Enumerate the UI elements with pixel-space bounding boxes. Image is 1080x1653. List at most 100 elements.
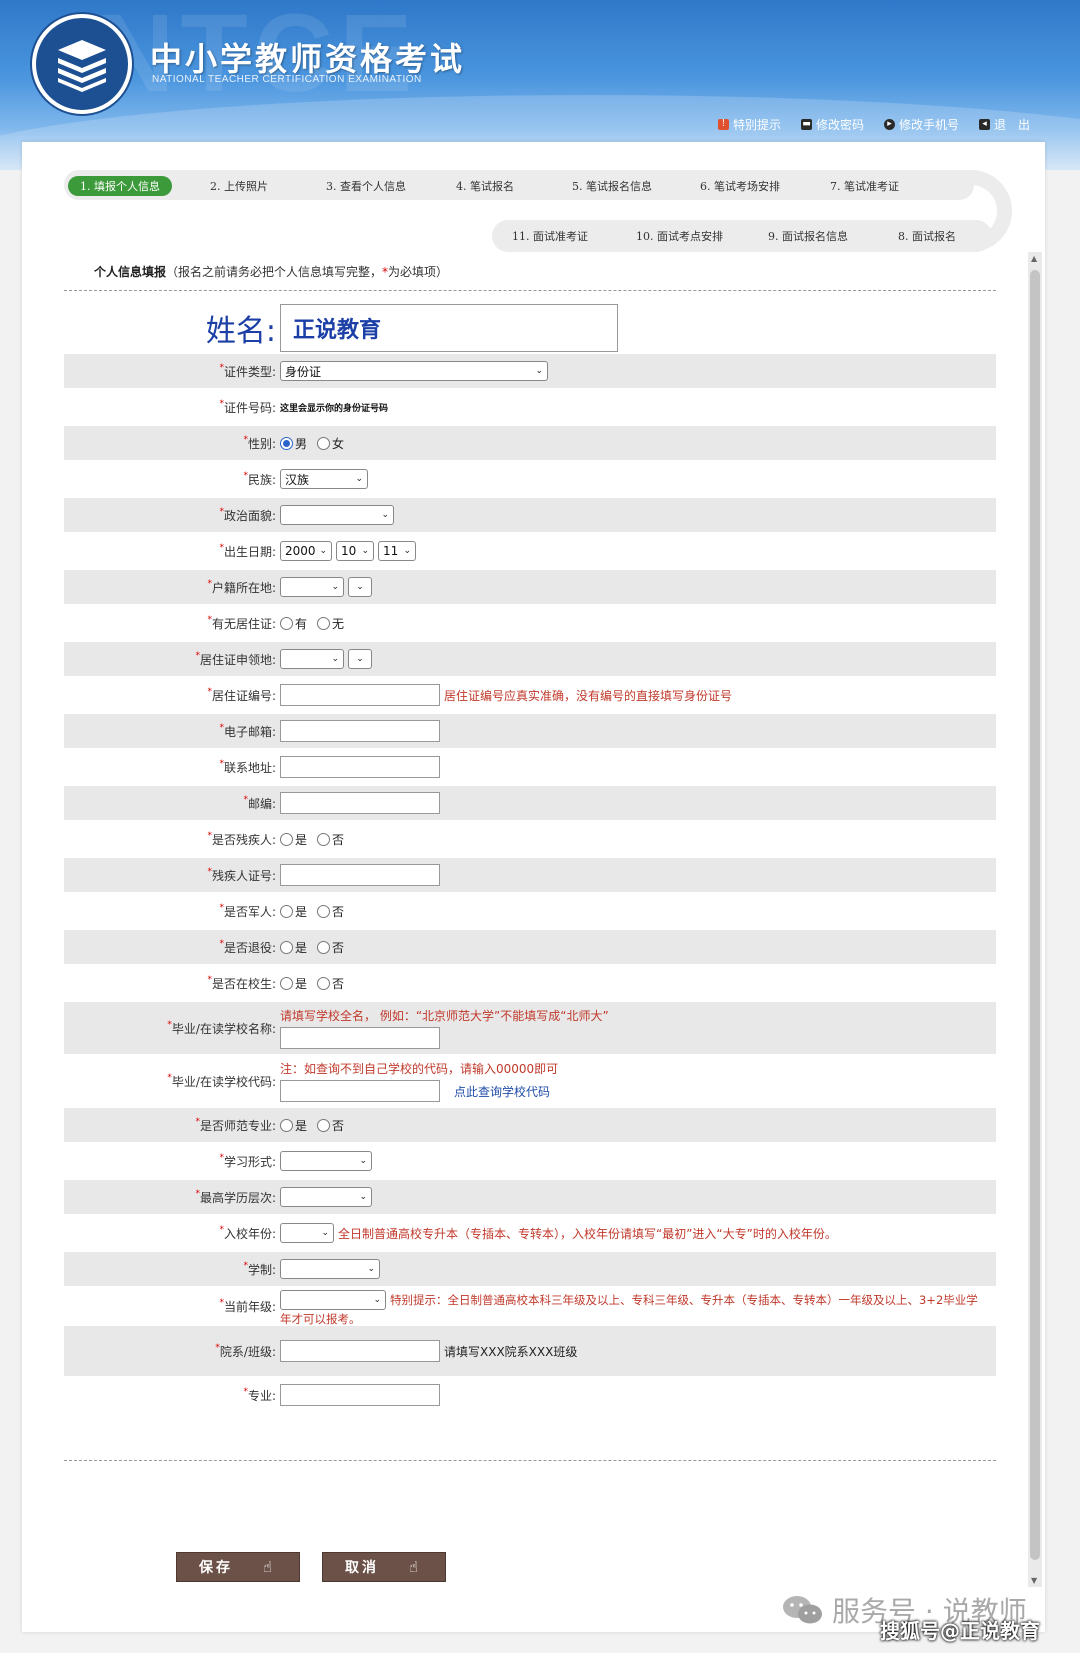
grade-select[interactable]: ⌄ xyxy=(280,1290,386,1310)
permit-province-select[interactable]: ⌄ xyxy=(280,649,344,669)
school-name-row: *毕业/在读学校名称: 请填写学校全名， 例如：“北京师范大学”不能填写成“北师… xyxy=(64,1002,996,1054)
hand-pointer-icon: ☝ xyxy=(263,1558,276,1576)
section-title: 个人信息填报（报名之前请务必把个人信息填写完整，*为必填项） xyxy=(94,265,449,279)
id-number-value: 这里会显示你的身份证号码 xyxy=(280,403,389,414)
step-8[interactable]: 8. 面试报名 xyxy=(898,228,956,244)
email-row: *电子邮箱: xyxy=(64,714,996,748)
scroll-up-icon[interactable]: ▲ xyxy=(1031,254,1037,263)
scroll-thumb[interactable] xyxy=(1030,270,1040,1560)
school-code-row: *毕业/在读学校代码: 注：如查询不到自己学校的代码，请输入00000即可 点此… xyxy=(64,1054,996,1108)
alert-icon: ! xyxy=(717,119,729,130)
gender-female-radio[interactable]: 女 xyxy=(317,435,344,452)
step-9[interactable]: 9. 面试报名信息 xyxy=(768,228,848,244)
step-1[interactable]: 1. 填报个人信息 xyxy=(68,176,172,196)
postcode-input[interactable] xyxy=(280,792,440,814)
step-3[interactable]: 3. 查看个人信息 xyxy=(326,178,406,194)
study-form-row: *学习形式: ⌄ xyxy=(64,1142,996,1180)
name-row: 姓名: 正说教育 xyxy=(64,302,996,354)
residence-permit-row: *有无居住证: 有 无 xyxy=(207,614,345,632)
permit-number-input[interactable] xyxy=(280,684,440,706)
school-code-input[interactable] xyxy=(280,1080,440,1102)
chevron-down-icon: ⌄ xyxy=(361,546,369,556)
disabled-id-input[interactable] xyxy=(280,864,440,886)
study-form-select[interactable]: ⌄ xyxy=(280,1151,372,1171)
chevron-down-icon: ⌄ xyxy=(367,1264,375,1274)
grade-row: *当前年级: ⌄ 特别提示：全日制普通高校本科三年级及以上、专科三年级、专升本（… xyxy=(64,1286,996,1326)
disabled-id-row: *残疾人证号: xyxy=(64,858,996,892)
wechat-icon xyxy=(783,1596,822,1624)
special-notice-link[interactable]: ! 特别提示 xyxy=(717,116,781,133)
education-select[interactable]: ⌄ xyxy=(280,1187,372,1207)
department-row: *院系/班级: 请填写XXX院系XXX班级 xyxy=(64,1326,996,1376)
cancel-button[interactable]: 取消 ☝ xyxy=(322,1552,446,1582)
normal-yes-radio[interactable]: 是 xyxy=(280,1117,307,1134)
school-name-input[interactable] xyxy=(280,1027,440,1049)
gender-male-radio[interactable]: 男 xyxy=(280,435,307,452)
permit-number-hint: 居住证编号应真实准确，没有编号的直接填写身份证号 xyxy=(444,688,733,703)
chevron-down-icon: ⌄ xyxy=(403,546,411,556)
political-row: *政治面貌: ⌄ xyxy=(64,498,996,532)
birth-year-select[interactable]: 2000 ⌄ xyxy=(280,541,332,561)
step-2[interactable]: 2. 上传照片 xyxy=(210,178,268,194)
change-phone-link[interactable]: ▸ 修改手机号 xyxy=(883,116,959,133)
political-select[interactable]: ⌄ xyxy=(280,505,394,525)
normal-major-row: *是否师范专业: 是 否 xyxy=(64,1108,996,1142)
birth-month-select[interactable]: 10 ⌄ xyxy=(336,541,374,561)
schooling-row: *学制: ⌄ xyxy=(64,1252,996,1286)
military-row: *是否军人: 是 否 xyxy=(219,902,345,920)
chevron-down-icon: ⌄ xyxy=(321,1228,329,1238)
hukou-province-select[interactable]: ⌄ xyxy=(280,577,344,597)
department-hint: 请填写XXX院系XXX班级 xyxy=(444,1344,578,1359)
ethnicity-select[interactable]: 汉族 ⌄ xyxy=(280,469,368,489)
step-4[interactable]: 4. 笔试报名 xyxy=(456,178,514,194)
enroll-year-row: *入校年份: ⌄ 全日制普通高校专升本（专插本、专转本），入校年份请填写“最初”进… xyxy=(64,1214,996,1252)
save-button[interactable]: 保存 ☝ xyxy=(176,1552,300,1582)
permit-city-select[interactable]: ⌄ xyxy=(348,649,372,669)
hukou-city-select[interactable]: ⌄ xyxy=(348,577,372,597)
step-11[interactable]: 11. 面试准考证 xyxy=(512,228,588,244)
key-icon: ▬ xyxy=(800,119,812,130)
chevron-down-icon: ⌄ xyxy=(355,474,363,484)
military-no-radio[interactable]: 否 xyxy=(317,903,344,920)
permit-yes-radio[interactable]: 有 xyxy=(280,615,307,632)
school-code-hint: 注：如查询不到自己学校的代码，请输入00000即可 xyxy=(280,1062,559,1076)
email-input[interactable] xyxy=(280,720,440,742)
logout-link[interactable]: ◂ 退 出 xyxy=(978,116,1030,133)
chevron-down-icon: ⌄ xyxy=(319,546,327,556)
disabled-no-radio[interactable]: 否 xyxy=(317,831,344,848)
retired-yes-radio[interactable]: 是 xyxy=(280,939,307,956)
divider-top xyxy=(64,290,996,291)
step-7[interactable]: 7. 笔试准考证 xyxy=(830,178,899,194)
step-6[interactable]: 6. 笔试考场安排 xyxy=(700,178,780,194)
normal-no-radio[interactable]: 否 xyxy=(317,1117,344,1134)
school-name-hint: 请填写学校全名， 例如：“北京师范大学”不能填写成“北师大” xyxy=(280,1009,609,1023)
id-type-select[interactable]: 身份证 ⌄ xyxy=(280,361,548,381)
ethnicity-row: *民族: 汉族 ⌄ xyxy=(64,460,996,498)
scroll-down-icon[interactable]: ▼ xyxy=(1031,1576,1037,1585)
student-yes-radio[interactable]: 是 xyxy=(280,975,307,992)
grade-hint: 特别提示：全日制普通高校本科三年级及以上、专科三年级、专升本（专插本、专转本）一… xyxy=(390,1293,978,1307)
student-no-radio[interactable]: 否 xyxy=(317,975,344,992)
disabled-yes-radio[interactable]: 是 xyxy=(280,831,307,848)
change-password-link[interactable]: ▬ 修改密码 xyxy=(800,116,864,133)
major-input[interactable] xyxy=(280,1384,440,1406)
step-5[interactable]: 5. 笔试报名信息 xyxy=(572,178,652,194)
page-scrollbar[interactable]: ▲ ▼ xyxy=(1028,252,1042,1587)
enroll-year-select[interactable]: ⌄ xyxy=(280,1223,334,1243)
retired-no-radio[interactable]: 否 xyxy=(317,939,344,956)
name-value: 正说教育 xyxy=(280,304,618,352)
department-input[interactable] xyxy=(280,1340,440,1362)
step-10[interactable]: 10. 面试考点安排 xyxy=(636,228,723,244)
name-label: 姓名: xyxy=(205,314,276,349)
permit-no-radio[interactable]: 无 xyxy=(317,615,344,632)
military-yes-radio[interactable]: 是 xyxy=(280,903,307,920)
schooling-select[interactable]: ⌄ xyxy=(280,1259,380,1279)
address-input[interactable] xyxy=(280,756,440,778)
birth-day-select[interactable]: 11 ⌄ xyxy=(378,541,416,561)
school-code-lookup-link[interactable]: 点此查询学校代码 xyxy=(454,1083,550,1100)
chevron-down-icon: ⌄ xyxy=(331,654,339,664)
steps-nav: 1. 填报个人信息 2. 上传照片 3. 查看个人信息 4. 笔试报名 5. 笔… xyxy=(64,170,1012,254)
sohu-watermark: 搜狐号@正说教育 xyxy=(880,1619,1040,1643)
permit-place-row: *居住证申领地: ⌄ ⌄ xyxy=(64,642,996,676)
enroll-year-hint: 全日制普通高校专升本（专插本、专转本），入校年份请填写“最初”进入“大专”时的入… xyxy=(338,1226,837,1241)
